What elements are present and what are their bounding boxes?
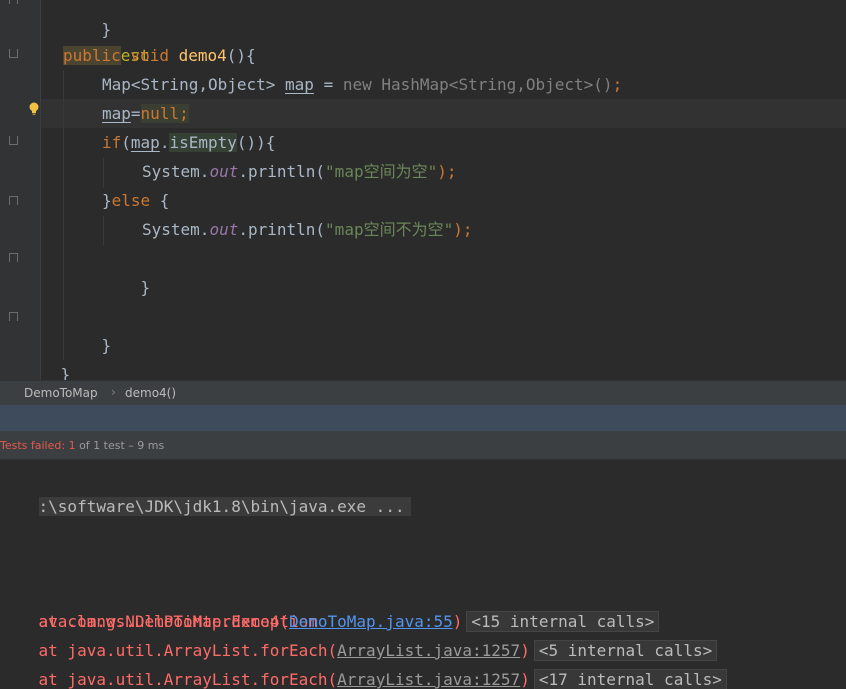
brace: } [101, 336, 112, 355]
isempty-call: isEmpty [169, 133, 237, 152]
dot: . [159, 133, 170, 152]
code-line-close-method: } [63, 302, 112, 355]
out-field: out [209, 162, 239, 181]
semicolon: ; [612, 75, 623, 94]
code-line-null-assign: map=null; [102, 99, 189, 128]
brace: } [140, 278, 151, 297]
test-status-bar: Tests failed: 1 of 1 test – 9 ms [0, 431, 846, 460]
code-line-println-empty: System.out.println("map空间为空"); [142, 157, 456, 186]
null-keyword: null [140, 104, 180, 123]
paren-close: ()){ [236, 133, 276, 152]
fold-marker-icon[interactable] [9, 253, 18, 262]
brace: } [60, 365, 71, 380]
if-keyword: if [102, 133, 122, 152]
stack-frame: at java.util.ArrayList.forEach(ArrayList… [0, 636, 718, 665]
void-keyword: void [120, 46, 179, 65]
println-call: .println( [238, 162, 326, 181]
out-field: out [209, 220, 239, 239]
exception-line: ava.lang.NullPointerException [0, 578, 318, 631]
fold-marker-icon[interactable] [9, 0, 18, 4]
frame-prefix: at java.util.ArrayList.forEach( [0, 641, 338, 660]
fold-marker-icon[interactable] [9, 312, 18, 321]
frame-prefix: at java.util.ArrayList.forEach( [0, 670, 338, 689]
code-editor[interactable]: } @Test public void demo4(){ Map<String,… [0, 0, 846, 380]
map-variable: map [102, 104, 131, 123]
fold-marker-icon[interactable] [9, 136, 18, 145]
frame-suffix: ) [452, 612, 463, 631]
gutter-divider [40, 0, 41, 380]
editor-gutter[interactable] [0, 0, 40, 380]
semicolon: ; [179, 104, 189, 123]
breadcrumb-method[interactable]: demo4() [125, 386, 176, 400]
paren: ( [121, 133, 131, 152]
run-tool-header[interactable] [0, 405, 846, 431]
console-output[interactable]: :\software\JDK\jdk1.8\bin\java.exe ... a… [0, 460, 846, 689]
java-command[interactable]: :\software\JDK\jdk1.8\bin\java.exe ... [38, 497, 411, 516]
code-line-method-signature: public void demo4(){ [63, 41, 256, 70]
breadcrumb-separator: › [111, 385, 116, 399]
console-command-line: :\software\JDK\jdk1.8\bin\java.exe ... [0, 463, 411, 516]
internal-calls-fold[interactable]: <5 internal calls> [533, 640, 718, 661]
fold-marker-icon[interactable] [9, 196, 18, 205]
map-variable: map [285, 75, 314, 94]
source-link[interactable]: DemoToMap.java:55 [289, 612, 453, 631]
map-type: Map<String,Object> [102, 75, 286, 94]
brace: { [150, 191, 170, 210]
system-class: System. [142, 162, 210, 181]
code-line-else: }else { [102, 186, 169, 215]
lightbulb-icon[interactable] [29, 102, 39, 116]
tests-summary: of 1 test – 9 ms [75, 439, 165, 452]
statement-end: ); [437, 162, 457, 181]
string-literal: "map空间为空" [325, 162, 438, 181]
breadcrumb: DemoToMap › demo4() [0, 380, 846, 405]
stack-frame: at java.util.ArrayList.forEach(ArrayList… [0, 665, 727, 689]
system-class: System. [142, 220, 210, 239]
else-keyword: else [111, 191, 151, 210]
source-link[interactable]: ArrayList.java:1257 [337, 641, 520, 660]
source-link[interactable]: ArrayList.java:1257 [337, 670, 520, 689]
tests-failed-label: Tests failed: 1 [0, 439, 76, 452]
code-line-map-declaration: Map<String,Object> map = new HashMap<Str… [102, 70, 622, 99]
stack-frame: at com.ws.DemoToMap.demo4(DemoToMap.java… [0, 607, 660, 636]
frame-suffix: ) [520, 670, 530, 689]
internal-calls-fold[interactable]: <17 internal calls> [533, 669, 727, 689]
code-line-close-class: } [22, 331, 71, 380]
assign-op: = [313, 75, 343, 94]
string-literal: "map空间不为空" [325, 220, 454, 239]
code-line-println-not-empty: System.out.println("map空间不为空"); [142, 215, 472, 244]
code-line-if: if(map.isEmpty()){ [102, 128, 275, 157]
code-line-annotation: @Test [63, 12, 150, 65]
frame-suffix: ) [520, 641, 530, 660]
indent-guide [103, 216, 104, 246]
println-call: .println( [238, 220, 326, 239]
method-name: demo4 [178, 46, 227, 65]
internal-calls-fold[interactable]: <15 internal calls> [466, 611, 660, 632]
breadcrumb-class[interactable]: DemoToMap [24, 386, 98, 400]
method-paren: (){ [226, 46, 256, 65]
brace: } [102, 191, 112, 210]
indent-guide [103, 158, 104, 188]
assign-op: = [130, 104, 141, 123]
map-variable: map [130, 133, 160, 152]
frame-prefix: at com.ws.DemoToMap.demo4( [0, 612, 289, 631]
fold-marker-icon[interactable] [9, 49, 18, 58]
code-line-close-if: } [102, 244, 151, 297]
new-hashmap-expr: new HashMap<String,Object>() [342, 75, 613, 94]
statement-end: ); [453, 220, 473, 239]
public-keyword: public [63, 46, 121, 65]
